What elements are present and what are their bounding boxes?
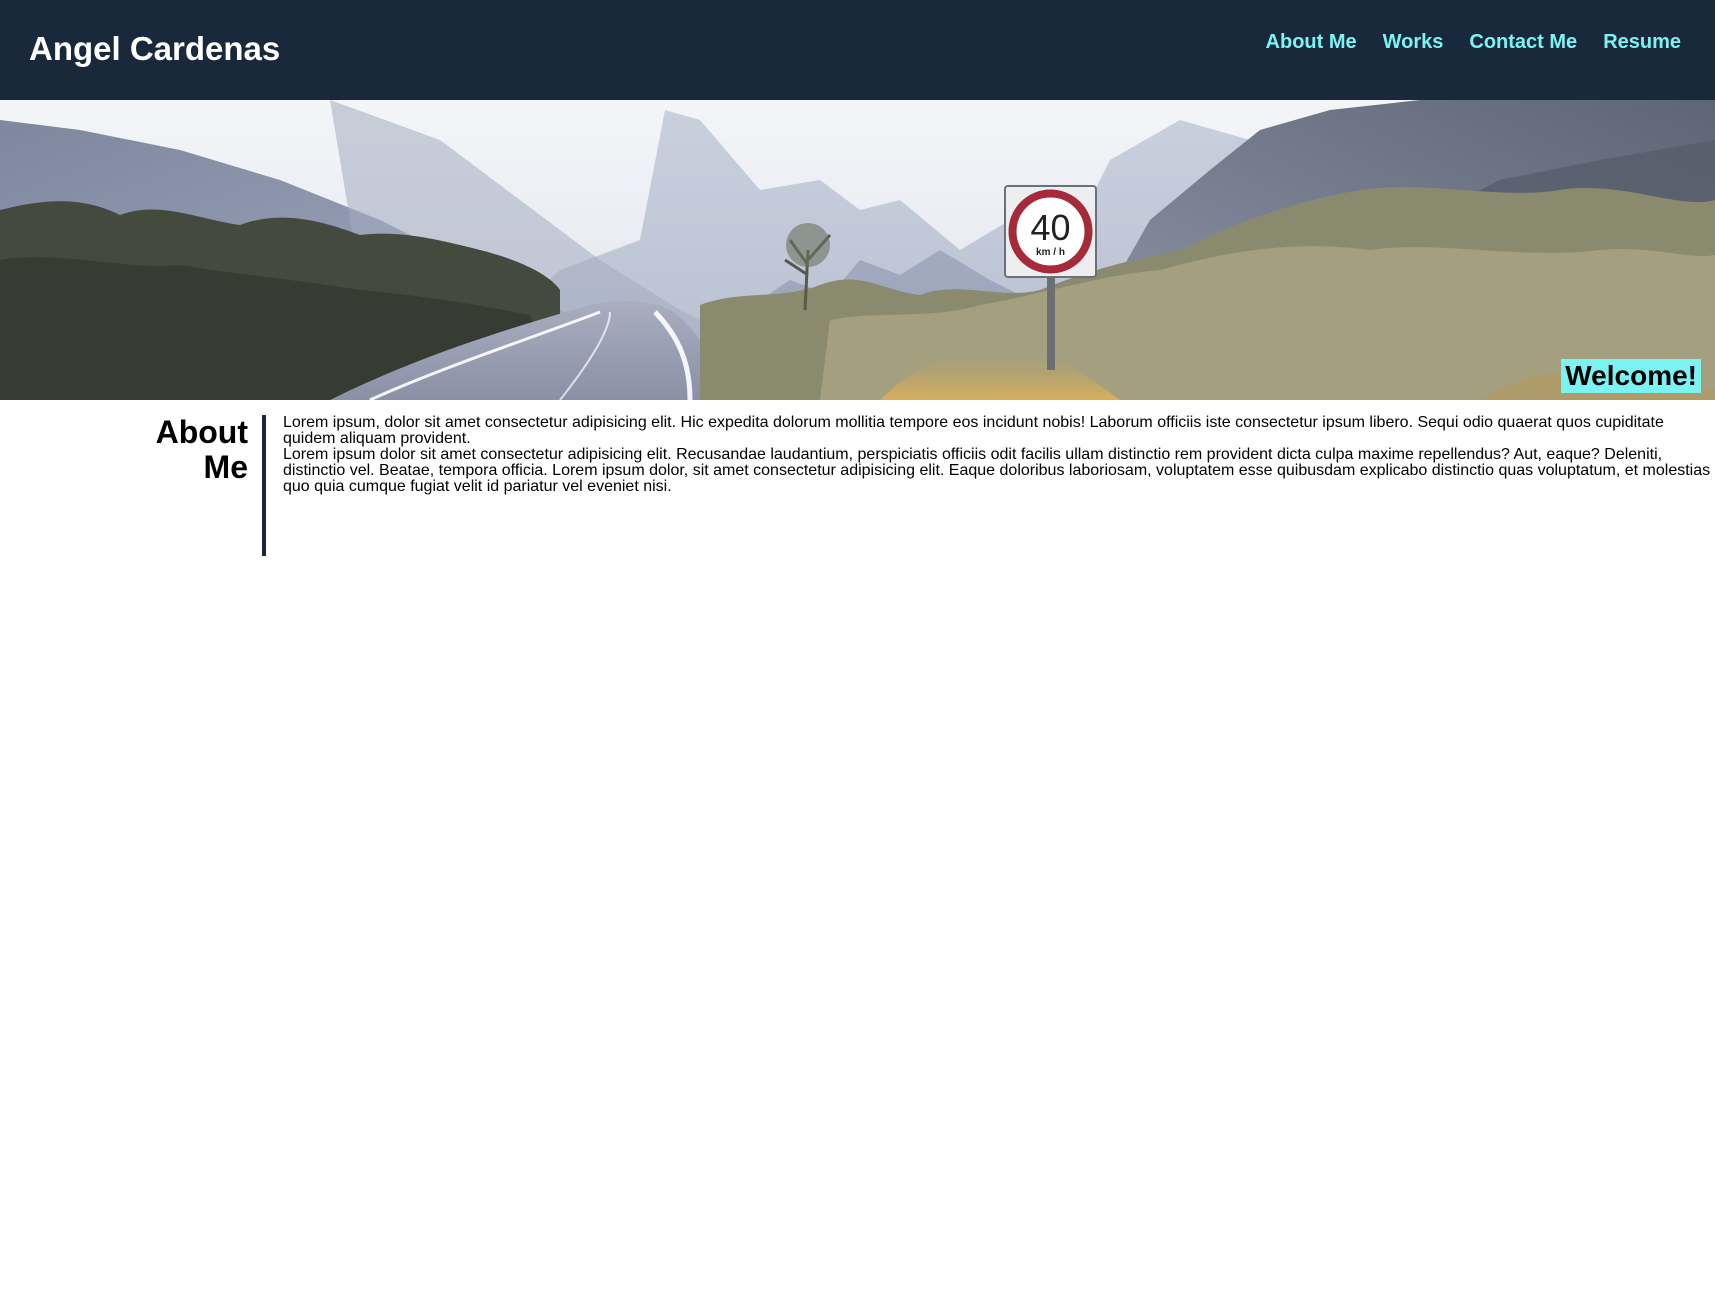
about-body: Lorem ipsum, dolor sit amet consectetur … [283, 415, 1711, 495]
welcome-badge: Welcome! [1561, 359, 1701, 393]
speed-sign-unit: km / h [1036, 247, 1065, 258]
about-paragraph: Lorem ipsum, dolor sit amet consectetur … [283, 414, 1664, 447]
hero-image: 40 km / h [0, 100, 1715, 400]
nav-link-resume[interactable]: Resume [1603, 30, 1681, 54]
nav-link-about-me[interactable]: About Me [1266, 30, 1357, 54]
speed-sign-value: 40 [1030, 207, 1070, 248]
nav-link-works[interactable]: Works [1383, 30, 1444, 54]
main-nav: About Me Works Contact Me Resume [1266, 30, 1681, 54]
about-heading: About Me [140, 415, 248, 485]
about-heading-line2: Me [203, 449, 248, 485]
site-title: Angel Cardenas [29, 30, 281, 67]
about-heading-line1: About [155, 414, 248, 450]
hero-banner: 40 km / h Welcome! [0, 100, 1715, 400]
nav-link-contact-me[interactable]: Contact Me [1469, 30, 1577, 54]
about-divider [262, 415, 266, 556]
about-paragraph: Lorem ipsum dolor sit amet consectetur a… [283, 446, 1711, 495]
site-header: Angel Cardenas About Me Works Contact Me… [0, 0, 1715, 100]
